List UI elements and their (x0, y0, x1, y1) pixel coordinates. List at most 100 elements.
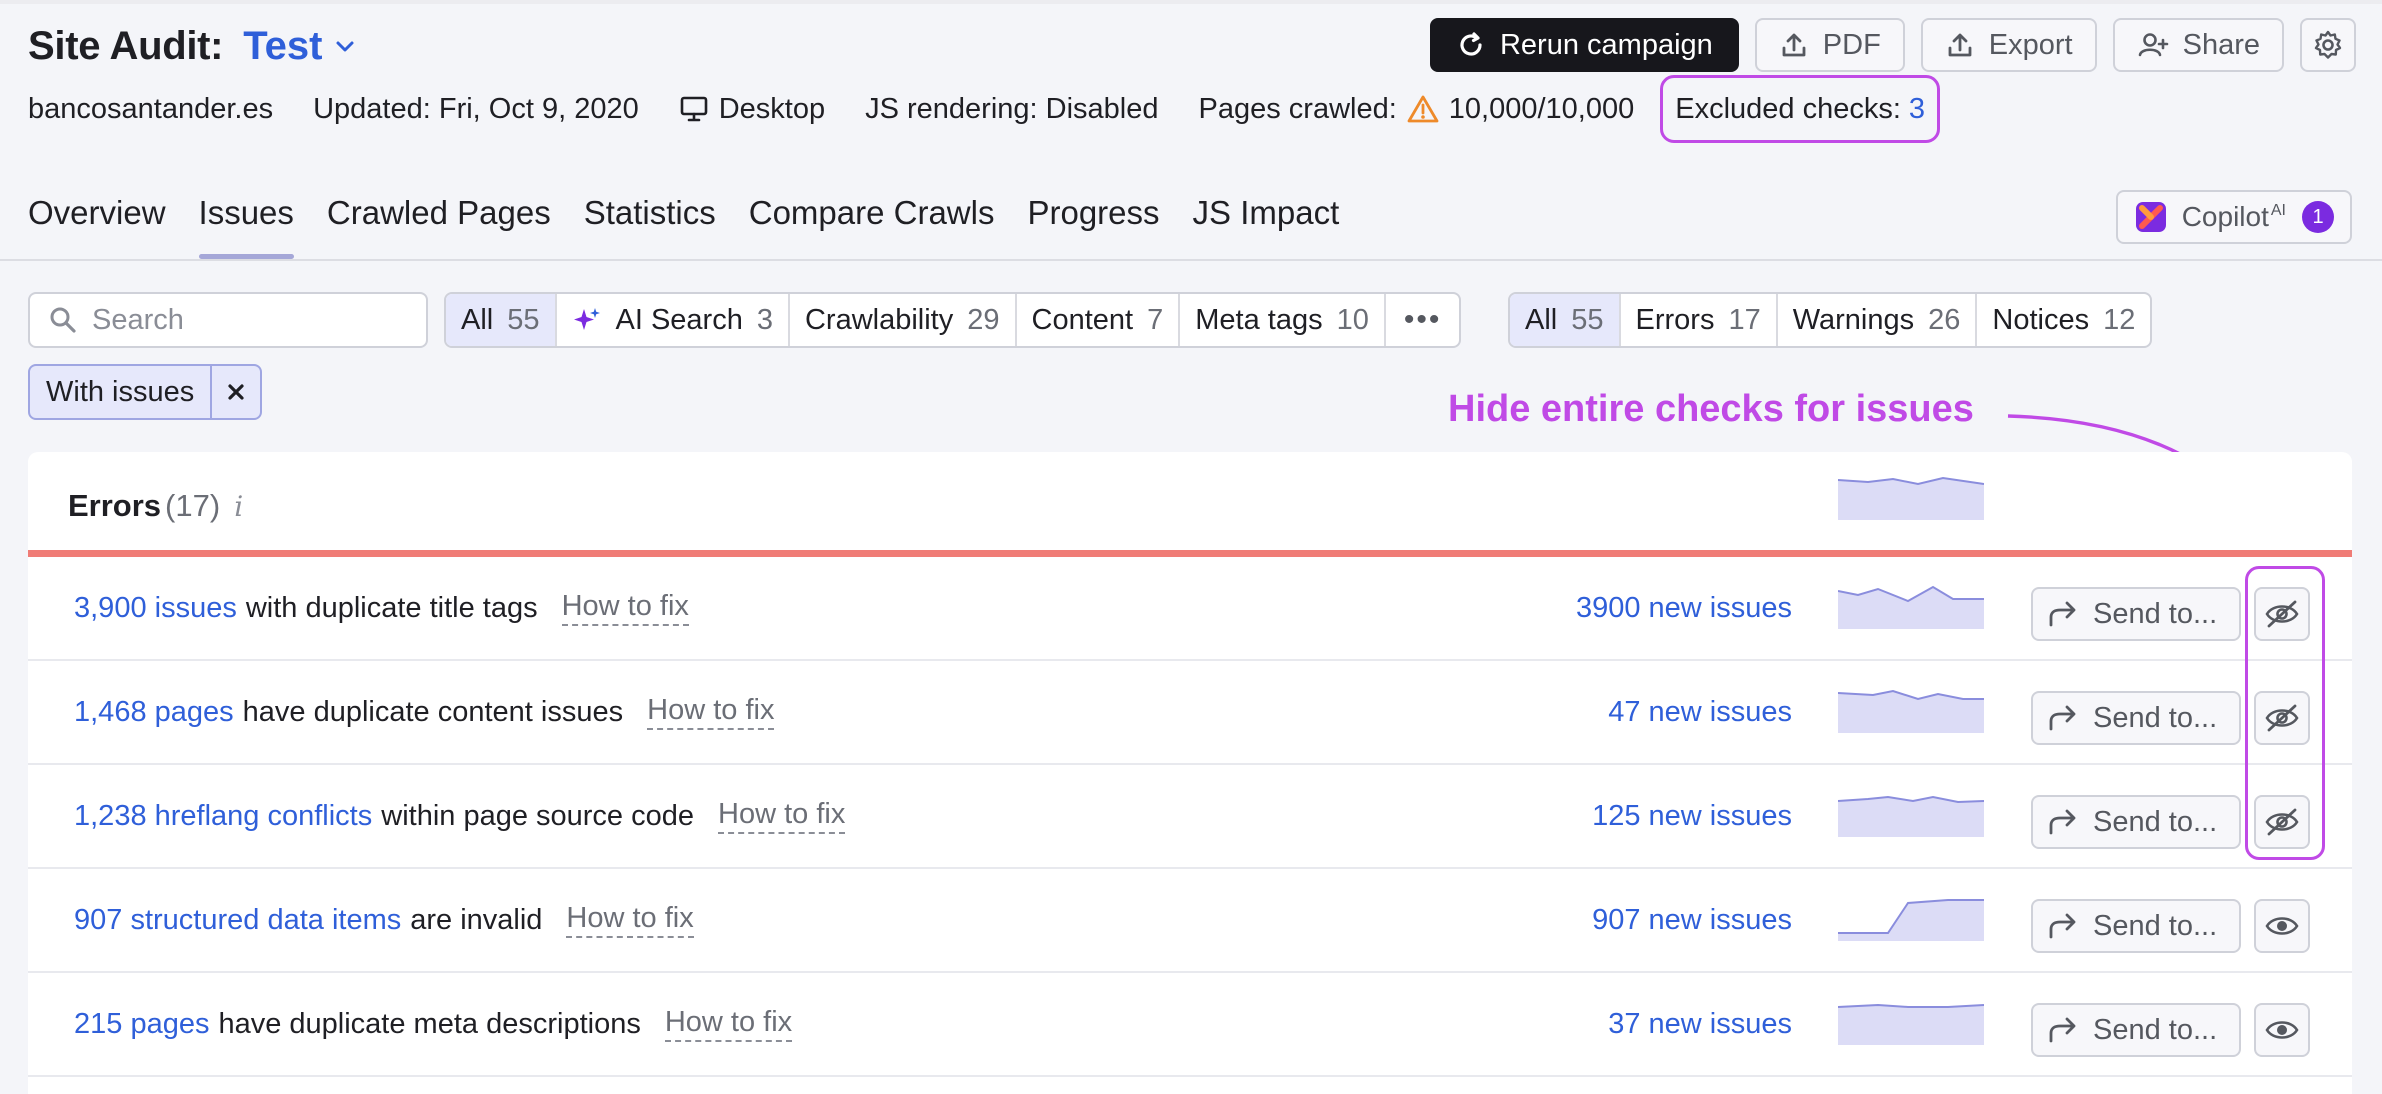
filter-label: Meta tags (1195, 303, 1323, 336)
copilot-button[interactable]: Copilot AI 1 (2115, 190, 2352, 244)
severity-filter-notices[interactable]: Notices 12 (1977, 294, 2150, 346)
excluded-checks[interactable]: Excluded checks: 3 (1660, 75, 1941, 143)
new-issues-link[interactable]: 47 new issues (1608, 661, 1792, 763)
share-button[interactable]: Share (2112, 18, 2284, 72)
filter-label: Content (1031, 303, 1134, 336)
desktop-icon (680, 96, 708, 122)
category-filter-content[interactable]: Content 7 (1017, 294, 1181, 346)
issue-text: have duplicate content issues (242, 695, 624, 728)
severity-filter-errors[interactable]: Errors 17 (1621, 294, 1778, 346)
info-icon[interactable]: i (234, 490, 243, 523)
warning-icon (1407, 95, 1439, 123)
send-to-button[interactable]: Send to... (2031, 899, 2241, 953)
category-filter-all[interactable]: All 55 (446, 294, 557, 346)
category-filter-meta-tags[interactable]: Meta tags 10 (1180, 294, 1386, 346)
send-to-label: Send to... (2093, 1013, 2218, 1046)
how-to-fix-link[interactable]: How to fix (566, 902, 694, 938)
table-row: 3,900 issues with duplicate title tags H… (28, 557, 2352, 661)
issue-description: 3,900 issues with duplicate title tags H… (74, 557, 689, 659)
filter-count: 17 (1728, 303, 1761, 336)
send-to-label: Send to... (2093, 805, 2218, 838)
tab-crawled-pages[interactable]: Crawled Pages (327, 190, 551, 260)
trend-sparkline (1838, 585, 1984, 629)
issue-link[interactable]: 215 pages (74, 1008, 209, 1041)
send-to-button[interactable]: Send to... (2031, 795, 2241, 849)
trend-sparkline (1838, 795, 1984, 837)
export-button[interactable]: Export (1920, 18, 2097, 72)
new-issues-link[interactable]: 907 new issues (1592, 869, 1792, 971)
search-input[interactable]: Search (28, 292, 428, 348)
show-check-button[interactable] (2254, 1003, 2310, 1057)
new-issues-link[interactable]: 125 new issues (1592, 765, 1792, 867)
issue-description: 1,238 hreflang conflicts within page sou… (74, 765, 846, 867)
excluded-checks-label: Excluded checks: (1675, 92, 1901, 125)
issue-text: within page source code (381, 799, 695, 832)
issue-link[interactable]: 1,468 pages (74, 696, 234, 729)
filter-count: 55 (507, 303, 540, 336)
how-to-fix-link[interactable]: How to fix (664, 1006, 793, 1042)
how-to-fix-link[interactable]: How to fix (561, 590, 689, 626)
tab-progress[interactable]: Progress (1027, 190, 1159, 260)
tab-overview[interactable]: Overview (28, 190, 166, 260)
how-to-fix-link[interactable]: How to fix (647, 694, 775, 730)
issue-text: with duplicate title tags (245, 591, 538, 624)
filter-count: 7 (1147, 303, 1164, 336)
filter-label: Crawlability (804, 303, 954, 336)
issue-link[interactable]: 3,900 issues (74, 592, 237, 625)
trend-sparkline (1838, 689, 1984, 733)
updated-date: Updated: Fri, Oct 9, 2020 (313, 92, 639, 125)
tab-statistics[interactable]: Statistics (584, 190, 716, 260)
send-to-button[interactable]: Send to... (2031, 1003, 2241, 1057)
settings-button[interactable] (2300, 18, 2356, 72)
pdf-button[interactable]: PDF (1754, 18, 1905, 72)
excluded-checks-count[interactable]: 3 (1909, 93, 1925, 126)
close-icon[interactable] (212, 366, 260, 418)
sparkle-icon (573, 308, 600, 330)
project-selector[interactable]: Test (243, 24, 322, 69)
table-row: 215 pages have duplicate meta descriptio… (28, 973, 2352, 1077)
filter-count: 26 (1928, 303, 1961, 336)
trend-sparkline (1838, 1003, 1984, 1045)
send-to-label: Send to... (2093, 909, 2218, 942)
send-to-button[interactable]: Send to... (2031, 587, 2241, 641)
issue-link[interactable]: 1,238 hreflang conflicts (74, 800, 372, 833)
pages-crawled-label: Pages crawled: (1198, 92, 1397, 125)
filter-label: AI Search (615, 303, 743, 336)
chevron-down-icon[interactable] (334, 35, 356, 57)
category-filter-ai-search[interactable]: AI Search 3 (557, 294, 790, 346)
share-label: Share (2182, 28, 2260, 61)
filter-count: 29 (967, 303, 1000, 336)
show-check-button[interactable] (2254, 899, 2310, 953)
tab-issues[interactable]: Issues (198, 190, 295, 260)
category-filter-group: All 55 AI Search 3 Crawlability 29 Content 7… (444, 292, 1462, 348)
how-to-fix-link[interactable]: How to fix (718, 798, 846, 834)
severity-filter-warnings[interactable]: Warnings 26 (1778, 294, 1978, 346)
tab-compare-crawls[interactable]: Compare Crawls (749, 190, 995, 260)
forward-arrow-icon (2049, 1017, 2076, 1043)
device-label: Desktop (718, 92, 826, 125)
issue-text: are invalid (410, 903, 543, 936)
export-label: Export (1988, 28, 2073, 61)
filter-count: 3 (756, 303, 773, 336)
new-issues-link[interactable]: 37 new issues (1608, 973, 1792, 1075)
filter-count: 10 (1336, 303, 1369, 336)
audit-meta: bancosantander.es Updated: Fri, Oct 9, 2… (28, 75, 1941, 143)
copilot-label: Copilot (2181, 201, 2269, 232)
more-filters-button[interactable]: ••• (1386, 294, 1460, 346)
forward-arrow-icon (2049, 705, 2076, 731)
filter-label: All (1525, 303, 1558, 336)
new-issues-link[interactable]: 3900 new issues (1576, 557, 1792, 659)
pdf-label: PDF (1822, 28, 1881, 61)
rerun-label: Rerun campaign (1499, 28, 1713, 61)
severity-filter-all[interactable]: All 55 (1510, 294, 1621, 346)
device-type: Desktop (679, 93, 825, 126)
issue-link[interactable]: 907 structured data items (74, 904, 401, 937)
category-filter-crawlability[interactable]: Crawlability 29 (790, 294, 1017, 346)
table-row: 1,468 pages have duplicate content issue… (28, 661, 2352, 765)
send-to-button[interactable]: Send to... (2031, 691, 2241, 745)
rerun-campaign-button[interactable]: Rerun campaign (1429, 18, 1739, 72)
tab-js-impact[interactable]: JS Impact (1193, 190, 1340, 260)
search-icon (50, 307, 76, 333)
domain-label: bancosantander.es (28, 92, 274, 125)
copilot-ai-sup: AI (2270, 202, 2286, 219)
